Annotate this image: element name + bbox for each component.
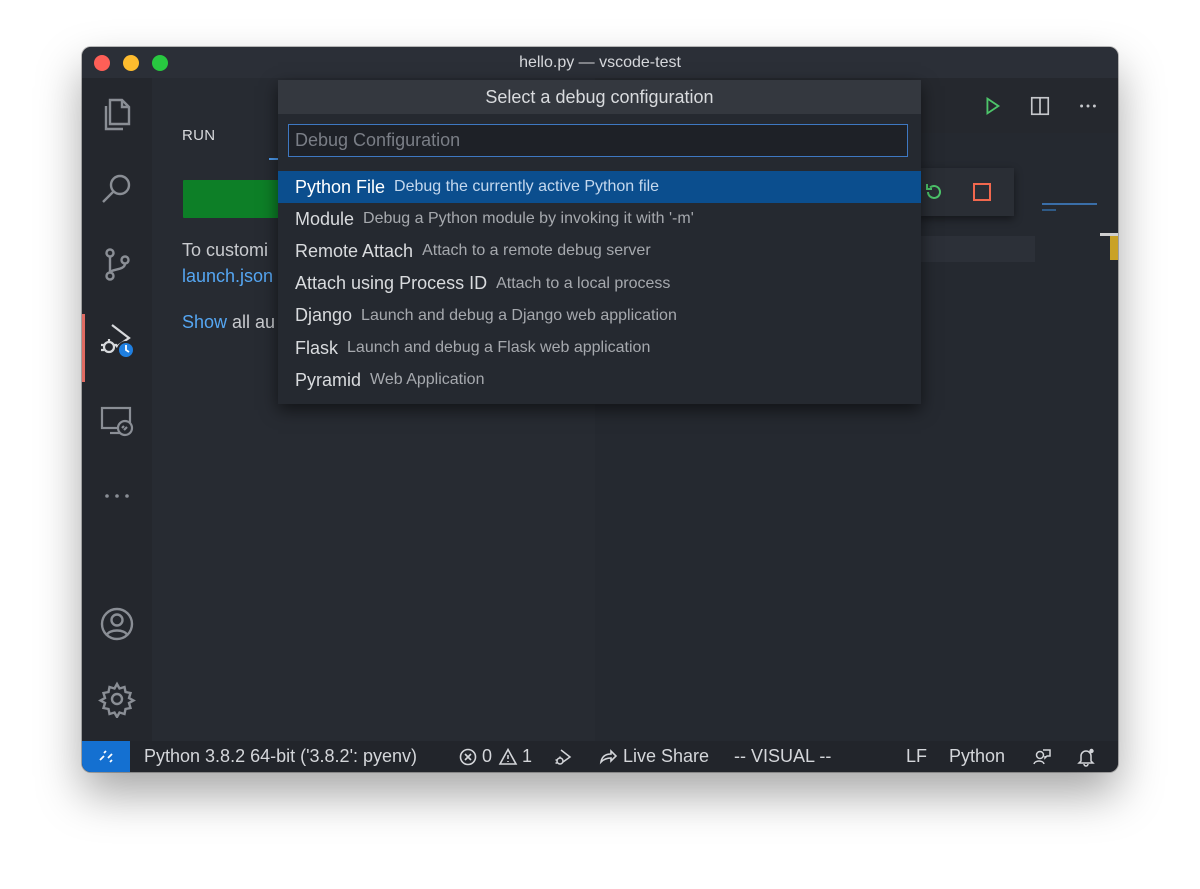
debug-config-item-python-file[interactable]: Python File Debug the currently active P…: [278, 171, 921, 204]
error-icon: [459, 748, 477, 765]
debug-alt-icon: [555, 748, 572, 765]
live-share-label: Live Share: [623, 746, 710, 766]
show-rest-text: all au: [227, 312, 276, 332]
feedback-button[interactable]: [1032, 741, 1052, 772]
debug-config-item-pyramid[interactable]: Pyramid Web Application: [278, 364, 921, 396]
sidebar-title: RUN: [182, 127, 216, 144]
item-label: Module: [295, 208, 355, 229]
debug-icon: [101, 324, 135, 359]
debug-status-button[interactable]: [554, 741, 574, 772]
zoom-window-button[interactable]: [152, 55, 168, 71]
item-description: Launch and debug a Django web applicatio…: [361, 306, 677, 324]
ellipsis-icon: [1080, 104, 1096, 108]
live-share-button[interactable]: Live Share: [598, 741, 709, 772]
warning-count: 1: [522, 746, 533, 766]
activity-accounts[interactable]: [82, 594, 152, 654]
debug-toolbar: [918, 168, 1014, 216]
title-bar: hello.py — vscode-test: [82, 47, 1118, 78]
account-icon: [100, 607, 134, 641]
warning-icon: [498, 747, 518, 765]
quick-pick-title: Select a debug configuration: [278, 80, 921, 114]
notifications-button[interactable]: [1076, 741, 1096, 772]
debug-config-item-remote-attach[interactable]: Remote Attach Attach to a remote debug s…: [278, 235, 921, 267]
item-label: Attach using Process ID: [295, 273, 488, 294]
sidebar-show-text: Show all au: [182, 312, 275, 333]
activity-source-control[interactable]: [82, 234, 152, 294]
remote-explorer-icon: [100, 406, 134, 437]
debug-configuration-input[interactable]: [288, 124, 908, 157]
close-window-button[interactable]: [94, 55, 110, 71]
activity-more[interactable]: [82, 466, 152, 526]
debug-configuration-quick-pick: Select a debug configuration Python File…: [278, 80, 921, 404]
search-icon: [102, 174, 131, 203]
bell-icon: [1077, 748, 1095, 767]
item-description: Web Application: [370, 371, 485, 389]
debug-config-item-attach-process-id[interactable]: Attach using Process ID Attach to a loca…: [278, 268, 921, 300]
language-mode-selector[interactable]: Python: [949, 741, 1005, 772]
activity-search[interactable]: [82, 159, 152, 219]
show-link[interactable]: Show: [182, 312, 227, 332]
minimap-line: [1042, 203, 1097, 205]
debug-config-item-django[interactable]: Django Launch and debug a Django web app…: [278, 300, 921, 332]
item-description: Attach to a remote debug server: [422, 242, 651, 260]
ellipsis-icon: [105, 494, 129, 498]
debug-config-item-flask[interactable]: Flask Launch and debug a Flask web appli…: [278, 332, 921, 364]
remote-icon: [99, 749, 113, 763]
window-title: hello.py — vscode-test: [519, 53, 681, 71]
item-label: Remote Attach: [295, 240, 414, 261]
item-label: Flask: [295, 337, 339, 358]
item-description: Launch and debug a Flask web application: [347, 339, 651, 357]
item-description: Debug the currently active Python file: [394, 178, 660, 196]
debug-config-item-module[interactable]: Module Debug a Python module by invoking…: [278, 203, 921, 235]
item-description: Debug a Python module by invoking it wit…: [363, 210, 694, 228]
vscode-window: hello.py — vscode-test RUN To customi la…: [82, 47, 1118, 772]
vim-mode-indicator: -- VISUAL --: [734, 746, 832, 766]
remote-indicator-button[interactable]: [82, 741, 130, 772]
activity-remote-explorer[interactable]: [82, 390, 152, 450]
feedback-icon: [1033, 748, 1051, 764]
activity-manage[interactable]: [82, 669, 152, 729]
status-bar: Python 3.8.2 64-bit ('3.8.2': pyenv) 0 1…: [82, 741, 1118, 772]
restart-button[interactable]: [922, 180, 946, 204]
minimap-line: [1042, 209, 1056, 211]
error-count: 0: [482, 746, 493, 766]
source-control-icon: [105, 248, 130, 281]
overview-ruler-marker: [1110, 236, 1118, 260]
item-description: Attach to a local process: [496, 274, 671, 292]
debug-configuration-list: Python File Debug the currently active P…: [278, 171, 921, 396]
end-of-line-selector[interactable]: LF: [906, 741, 927, 772]
item-label: Pyramid: [295, 369, 362, 390]
launch-json-link[interactable]: launch.json: [182, 266, 273, 287]
live-share-icon: [599, 748, 618, 764]
gear-icon: [98, 681, 136, 718]
problems-indicator[interactable]: 0 1: [458, 741, 532, 772]
activity-bar: [82, 78, 152, 741]
split-editor-icon: [1030, 96, 1050, 116]
files-icon: [104, 98, 131, 131]
run-python-file-button[interactable]: [980, 94, 1004, 118]
stop-button[interactable]: [970, 180, 994, 204]
play-icon: [986, 96, 1001, 116]
editor-actions: [980, 94, 1100, 118]
minimize-window-button[interactable]: [123, 55, 139, 71]
activity-explorer[interactable]: [82, 84, 152, 144]
item-label: Django: [295, 305, 353, 326]
more-actions-button[interactable]: [1076, 94, 1100, 118]
restart-icon: [926, 184, 941, 199]
stop-icon: [973, 183, 991, 201]
sidebar-customize-text: To customi: [182, 240, 269, 260]
activity-run-debug[interactable]: [82, 310, 152, 382]
python-interpreter-selector[interactable]: Python 3.8.2 64-bit ('3.8.2': pyenv): [144, 741, 417, 772]
item-label: Python File: [295, 176, 386, 197]
split-editor-button[interactable]: [1028, 94, 1052, 118]
